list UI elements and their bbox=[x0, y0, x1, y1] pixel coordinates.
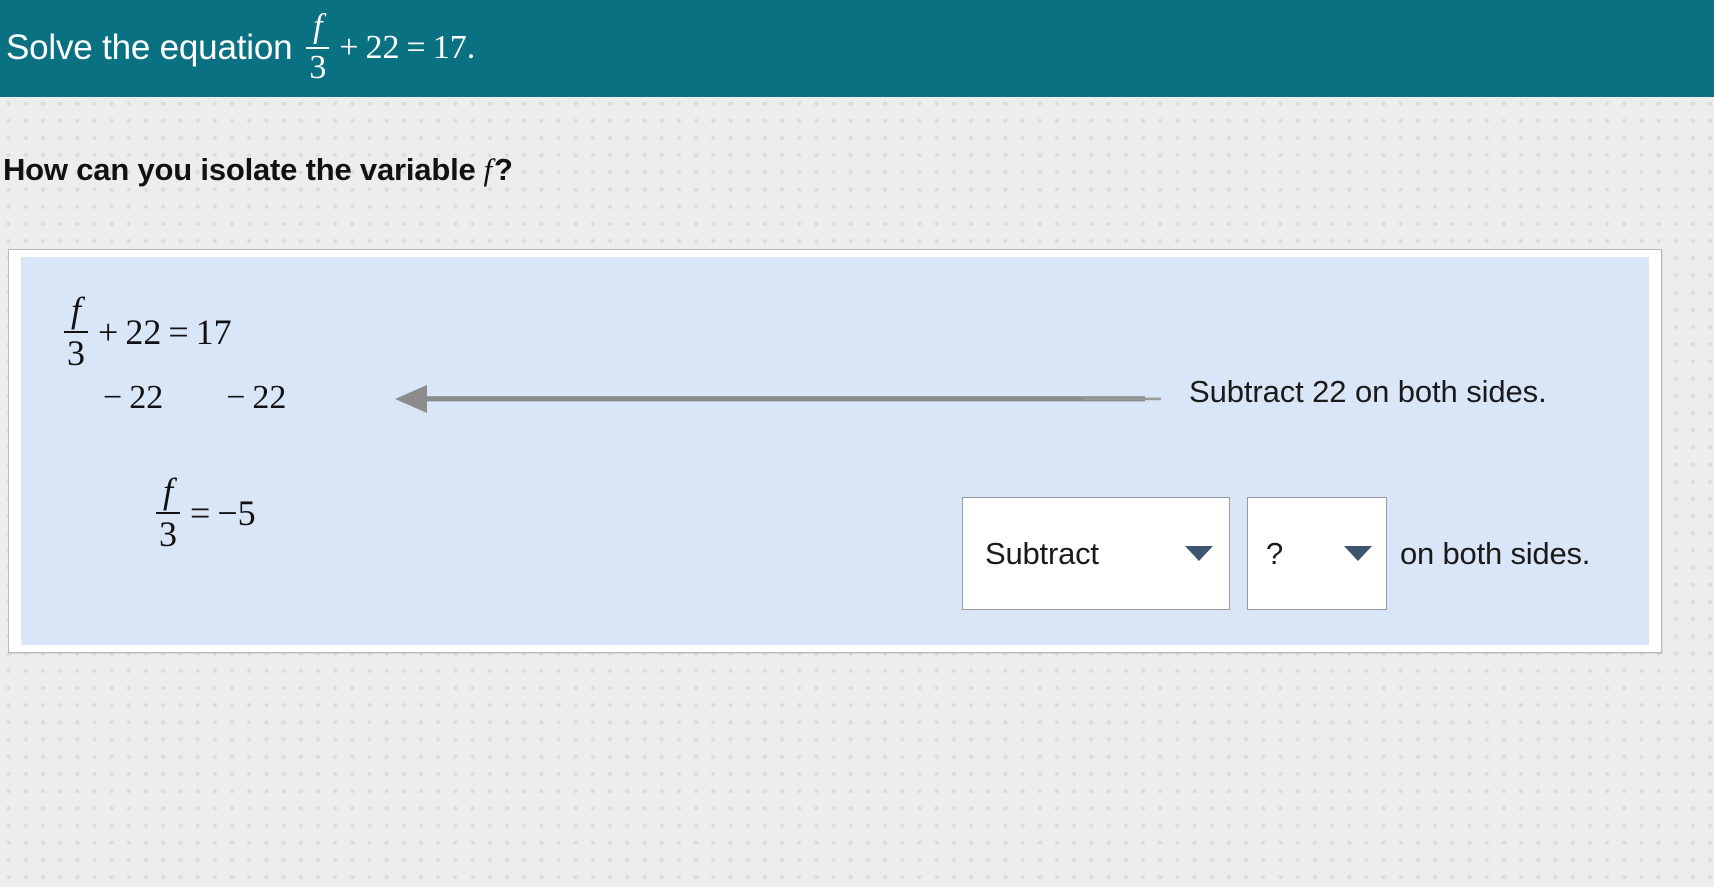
work-area-card: f 3 + 22 = 17 − 22 − 22 f 3 = −5 Subtrac… bbox=[8, 249, 1662, 653]
equation-line-subtract-step: − 22 − 22 bbox=[96, 379, 286, 417]
line2-left-minus: − bbox=[103, 379, 123, 416]
annotation-completed-step: Subtract 22 on both sides. bbox=[1189, 374, 1547, 409]
header-result: 17 bbox=[432, 28, 467, 66]
line1-equals-operator: = bbox=[168, 311, 189, 352]
line1-denominator: 3 bbox=[67, 332, 85, 373]
header-equals-operator: = bbox=[406, 28, 426, 66]
question-prompt: How can you isolate the variable f ? bbox=[3, 152, 513, 188]
answer-input-row: Subtract ? on both sides. bbox=[962, 497, 1590, 610]
header-fraction-denominator: 3 bbox=[309, 48, 327, 86]
header-prompt-text: Solve the equation bbox=[6, 27, 293, 67]
header-period: . bbox=[466, 28, 476, 66]
problem-header-banner: Solve the equation f 3 + 22 = 17 . bbox=[0, 0, 1714, 97]
equation-line-result: f 3 = −5 bbox=[153, 473, 256, 552]
line3-denominator: 3 bbox=[159, 513, 177, 554]
left-arrow-icon bbox=[395, 385, 1161, 413]
value-dropdown[interactable]: ? bbox=[1247, 497, 1387, 610]
line3-fraction: f 3 bbox=[156, 473, 180, 552]
operation-dropdown[interactable]: Subtract bbox=[962, 497, 1230, 610]
dropdown-suffix-text: on both sides. bbox=[1400, 535, 1591, 571]
value-dropdown-value: ? bbox=[1266, 535, 1284, 571]
line1-result: 17 bbox=[195, 311, 232, 352]
question-text-suffix: ? bbox=[493, 152, 513, 187]
line1-addend: 22 bbox=[125, 311, 162, 352]
header-fraction-numerator: f bbox=[313, 8, 323, 45]
chevron-down-icon bbox=[1344, 546, 1372, 561]
line3-equals-operator: = bbox=[190, 492, 211, 533]
equation-line-original: f 3 + 22 = 17 bbox=[61, 292, 232, 371]
header-addend: 22 bbox=[365, 28, 400, 66]
line1-plus-operator: + bbox=[98, 311, 119, 352]
line2-left-value: 22 bbox=[129, 379, 164, 416]
header-content: Solve the equation f 3 + 22 = 17 . bbox=[6, 8, 476, 86]
question-text: How can you isolate the variable bbox=[3, 152, 476, 187]
header-fraction: f 3 bbox=[306, 8, 330, 86]
chevron-down-icon bbox=[1185, 546, 1213, 561]
line2-right-minus: − bbox=[226, 379, 246, 416]
line3-result: −5 bbox=[217, 492, 256, 533]
question-variable: f bbox=[483, 152, 493, 187]
operation-dropdown-value: Subtract bbox=[985, 535, 1099, 571]
line3-numerator: f bbox=[162, 471, 173, 511]
line1-numerator: f bbox=[70, 290, 81, 330]
line1-fraction: f 3 bbox=[64, 292, 88, 371]
work-area-panel: f 3 + 22 = 17 − 22 − 22 f 3 = −5 Subtrac… bbox=[21, 257, 1649, 645]
header-equation: f 3 + 22 = 17 . bbox=[303, 8, 476, 86]
header-plus-operator: + bbox=[339, 28, 359, 66]
line2-right-value: 22 bbox=[252, 379, 287, 416]
